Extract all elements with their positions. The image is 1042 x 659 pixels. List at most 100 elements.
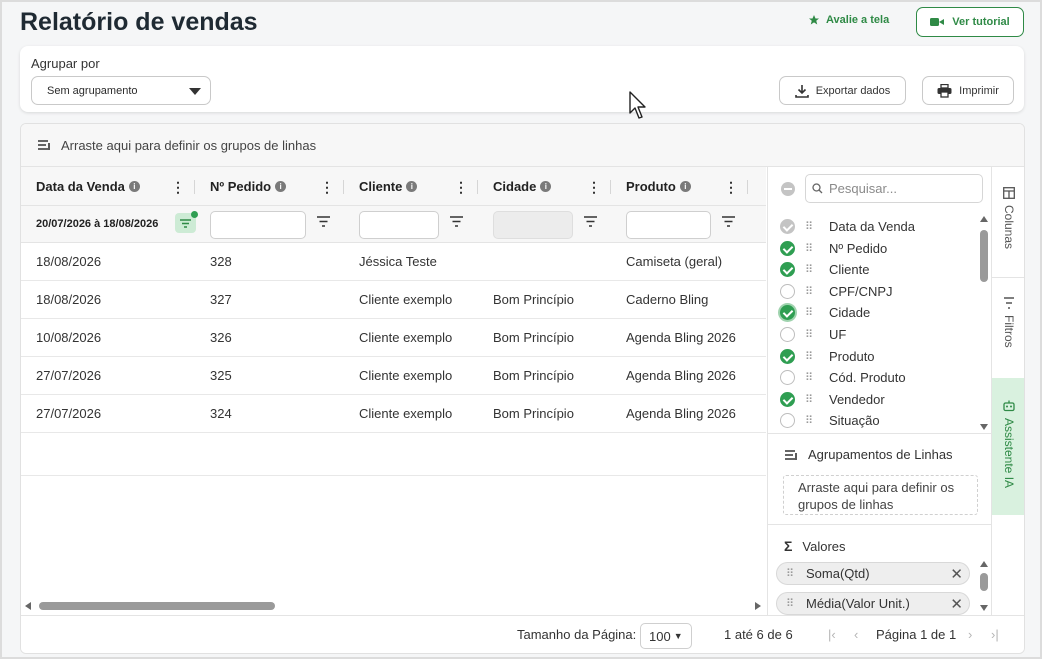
horizontal-scrollbar[interactable] — [21, 598, 766, 615]
pedido-filter-input[interactable] — [210, 211, 306, 239]
values-scrollbar[interactable] — [980, 561, 988, 613]
remove-icon[interactable]: ✕ — [950, 595, 963, 613]
export-button[interactable]: Exportar dados — [779, 76, 906, 105]
tab-colunas[interactable]: Colunas — [992, 187, 1024, 277]
column-checkbox[interactable] — [780, 219, 795, 234]
col-header-produto[interactable]: Produto i — [626, 167, 691, 206]
group-by-select[interactable]: Sem agrupamento — [31, 76, 211, 105]
row-groups-drop-zone[interactable]: Arraste aqui para definir os grupos de l… — [783, 475, 978, 515]
column-item[interactable]: ⠿ CPF/CNPJ — [768, 281, 978, 302]
column-checkbox[interactable] — [780, 349, 795, 364]
column-menu-icon[interactable]: ⋮ — [587, 179, 601, 196]
column-list-scrollbar[interactable] — [980, 216, 988, 430]
drag-handle-icon[interactable]: ⠿ — [805, 242, 813, 255]
column-menu-icon[interactable]: ⋮ — [320, 179, 334, 196]
column-item[interactable]: ⠿ Produto — [768, 346, 978, 367]
column-resize-handle[interactable] — [477, 180, 478, 194]
col-header-label: Cidade — [493, 179, 537, 194]
drag-handle-icon[interactable]: ⠿ — [805, 306, 813, 319]
scroll-up-icon[interactable] — [980, 561, 988, 567]
column-checkbox[interactable] — [780, 370, 795, 385]
column-item[interactable]: ⠿ Situação — [768, 410, 978, 431]
value-pill[interactable]: ⠿ Média(Valor Unit.) ✕ — [776, 592, 970, 615]
filter-icon[interactable] — [584, 216, 597, 227]
tutorial-button[interactable]: Ver tutorial — [916, 7, 1024, 37]
col-header-pedido[interactable]: Nº Pedido i — [210, 167, 287, 206]
scroll-up-icon[interactable] — [980, 216, 988, 222]
rate-screen-link[interactable]: Avalie a tela — [808, 14, 889, 26]
print-button[interactable]: Imprimir — [922, 76, 1014, 105]
col-header-cidade[interactable]: Cidade i — [493, 167, 552, 206]
column-checkbox[interactable] — [780, 284, 795, 299]
filter-icon[interactable] — [317, 216, 330, 227]
page-size-select[interactable]: 100 ▼ — [640, 623, 692, 649]
column-checkbox[interactable] — [780, 262, 795, 277]
tab-assistente-ia[interactable]: Assistente IA — [992, 378, 1024, 515]
values-scroll-thumb[interactable] — [980, 573, 988, 591]
column-item[interactable]: ⠿ Cidade — [768, 302, 978, 323]
table-row[interactable]: 18/08/2026 328 Jéssica Teste Camiseta (g… — [21, 243, 766, 281]
scroll-down-icon[interactable] — [980, 605, 988, 611]
remove-icon[interactable]: ✕ — [950, 565, 963, 583]
drag-handle-icon[interactable]: ⠿ — [786, 567, 794, 580]
column-resize-handle[interactable] — [610, 180, 611, 194]
column-item[interactable]: ⠿ Nº Pedido — [768, 238, 978, 259]
column-checkbox[interactable] — [780, 241, 795, 256]
column-item[interactable]: ⠿ Cód. Produto — [768, 367, 978, 388]
cell-pedido: 324 — [210, 406, 232, 421]
drag-handle-icon[interactable]: ⠿ — [805, 328, 813, 341]
column-item[interactable]: ⠿ Cliente — [768, 259, 978, 280]
cell-pedido: 327 — [210, 292, 232, 307]
drag-handle-icon[interactable]: ⠿ — [805, 263, 813, 276]
scroll-right-icon[interactable] — [755, 602, 761, 610]
filter-icon[interactable] — [722, 216, 735, 227]
produto-filter-input[interactable] — [626, 211, 711, 239]
table-row[interactable]: 27/07/2026 324 Cliente exemplo Bom Princ… — [21, 395, 766, 433]
tab-label: Filtros — [1002, 315, 1016, 348]
col-header-cliente[interactable]: Cliente i — [359, 167, 418, 206]
column-item-label: CPF/CNPJ — [829, 284, 893, 299]
drag-handle-icon[interactable]: ⠿ — [805, 285, 813, 298]
column-resize-handle[interactable] — [747, 180, 748, 194]
active-filter-button[interactable] — [175, 211, 198, 233]
rate-screen-label: Avalie a tela — [826, 14, 890, 26]
col-header-data-venda[interactable]: Data da Venda i — [36, 167, 140, 206]
drag-handle-icon[interactable]: ⠿ — [805, 371, 813, 384]
cliente-filter-input[interactable] — [359, 211, 439, 239]
column-item[interactable]: ⠿ Data da Venda — [768, 216, 978, 237]
previous-page-icon[interactable]: ‹ — [854, 627, 858, 642]
column-menu-icon[interactable]: ⋮ — [454, 179, 468, 196]
date-range-filter[interactable]: 20/07/2026 à 18/08/2026 — [36, 218, 158, 230]
column-menu-icon[interactable]: ⋮ — [171, 179, 185, 196]
table-row[interactable]: 27/07/2026 325 Cliente exemplo Bom Princ… — [21, 357, 766, 395]
column-list-scroll-thumb[interactable] — [980, 230, 988, 282]
horizontal-scroll-thumb[interactable] — [39, 602, 275, 610]
row-group-drop-bar[interactable]: Arraste aqui para definir os grupos de l… — [21, 124, 1024, 167]
drag-handle-icon[interactable]: ⠿ — [805, 350, 813, 363]
column-resize-handle[interactable] — [194, 180, 195, 194]
column-item[interactable]: ⠿ Vendedor — [768, 389, 978, 410]
drag-handle-icon[interactable]: ⠿ — [805, 393, 813, 406]
column-resize-handle[interactable] — [343, 180, 344, 194]
last-page-icon[interactable]: ›| — [991, 627, 999, 642]
column-checkbox[interactable] — [780, 413, 795, 428]
value-pill[interactable]: ⠿ Soma(Qtd) ✕ — [776, 562, 970, 585]
column-checkbox[interactable] — [780, 327, 795, 342]
tab-filtros[interactable]: Filtros — [992, 297, 1024, 377]
drag-handle-icon[interactable]: ⠿ — [805, 220, 813, 233]
column-checkbox[interactable] — [780, 305, 795, 320]
table-row[interactable]: 18/08/2026 327 Cliente exemplo Bom Princ… — [21, 281, 766, 319]
drag-handle-icon[interactable]: ⠿ — [805, 414, 813, 427]
column-checkbox[interactable] — [780, 392, 795, 407]
column-item[interactable]: ⠿ UF — [768, 324, 978, 345]
scroll-down-icon[interactable] — [980, 424, 988, 430]
drag-handle-icon[interactable]: ⠿ — [786, 597, 794, 610]
scroll-left-icon[interactable] — [25, 602, 31, 610]
first-page-icon[interactable]: |‹ — [828, 627, 836, 642]
table-row[interactable]: 10/08/2026 326 Cliente exemplo Bom Princ… — [21, 319, 766, 357]
column-menu-icon[interactable]: ⋮ — [724, 179, 738, 196]
select-all-toggle[interactable] — [781, 182, 795, 196]
filter-icon[interactable] — [450, 216, 463, 227]
next-page-icon[interactable]: › — [968, 627, 972, 642]
column-search-input[interactable]: Pesquisar... — [805, 174, 983, 203]
